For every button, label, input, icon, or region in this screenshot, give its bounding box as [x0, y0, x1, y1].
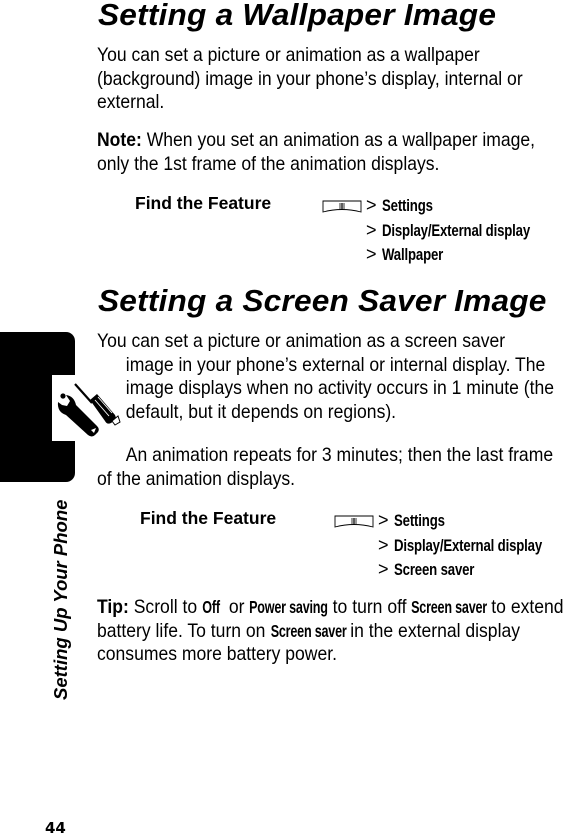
- screensaver-heading: Setting a Screen Saver Image: [98, 283, 547, 318]
- menu-term-screen-saver: Screen saver: [411, 597, 488, 617]
- tip-text: battery life. To turn on: [97, 619, 271, 642]
- wallpaper-intro-line: (background) image in your phone’s displ…: [97, 67, 523, 90]
- find-feature-label: Find the Feature: [135, 193, 272, 213]
- tip-text: or: [223, 596, 250, 618]
- wallpaper-note: Note: When you set an animation as a wal…: [97, 129, 535, 176]
- path-separator: >: [378, 559, 389, 579]
- path-separator: >: [366, 195, 377, 215]
- note-label: Note:: [97, 129, 142, 151]
- find-feature-path: > Settings > Display/External display > Scr…: [334, 509, 576, 583]
- menu-term-off: Off: [202, 597, 220, 617]
- menu-key-icon: [334, 515, 374, 528]
- note-text: When you set an animation as a wallpaper…: [141, 129, 535, 151]
- path-item-settings: Settings: [393, 512, 445, 530]
- path-item-wallpaper: Wallpaper: [381, 246, 443, 264]
- tip-text: Scroll to: [128, 596, 203, 618]
- screensaver-intro-line: image in your phone’s external or intern…: [125, 353, 546, 376]
- menu-term-screen-saver: Screen saver: [270, 620, 347, 641]
- note-text: only the 1st frame of the animation disp…: [97, 152, 440, 175]
- wallpaper-intro-line: external.: [97, 91, 165, 113]
- screensaver-repeat: An animation repeats for 3 minutes; then…: [97, 444, 553, 491]
- screensaver-repeat-line: of the animation displays.: [97, 467, 296, 490]
- wallpaper-heading: Setting a Wallpaper Image: [98, 0, 497, 32]
- screensaver-intro: You can set a picture or animation as a …: [97, 330, 554, 424]
- path-separator: >: [366, 244, 377, 264]
- tip-text: consumes more battery power.: [97, 643, 337, 665]
- wrench-screwdriver-icon: [57, 383, 121, 437]
- menu-term-power-saving: Power saving: [249, 597, 328, 617]
- menu-key-icon: [322, 200, 362, 213]
- screensaver-intro-line: You can set a picture or animation as a …: [97, 330, 506, 352]
- path-item-display: Display/External display: [393, 536, 542, 555]
- tip-text: in the external display: [345, 619, 520, 642]
- wallpaper-intro-line: You can set a picture or animation as a …: [97, 44, 480, 66]
- path-item-display: Display/External display: [381, 221, 530, 240]
- wallpaper-intro: You can set a picture or animation as a …: [97, 44, 523, 115]
- path-separator: >: [378, 534, 389, 555]
- tip-paragraph: Tip: Scroll to Off or Power saving to tu…: [97, 596, 564, 667]
- find-feature-label: Find the Feature: [140, 508, 277, 528]
- chapter-title: Setting Up Your Phone: [50, 499, 71, 700]
- screensaver-repeat-line: An animation repeats for 3 minutes; then…: [125, 444, 554, 466]
- tip-label: Tip:: [97, 596, 129, 618]
- path-item-screen-saver: Screen saver: [393, 561, 474, 579]
- screensaver-intro-line: default, but it depends on regions).: [125, 400, 397, 423]
- path-item-settings: Settings: [381, 197, 433, 215]
- screensaver-intro-line: image displays when no activity occurs i…: [125, 377, 555, 399]
- path-separator: >: [378, 510, 389, 530]
- tip-text: to turn off: [327, 596, 412, 618]
- path-separator: >: [366, 219, 377, 240]
- page-number: 44: [45, 819, 66, 837]
- find-feature-path: > Settings > Display/External display > Wal…: [322, 194, 567, 268]
- tip-text: to extend: [486, 596, 564, 618]
